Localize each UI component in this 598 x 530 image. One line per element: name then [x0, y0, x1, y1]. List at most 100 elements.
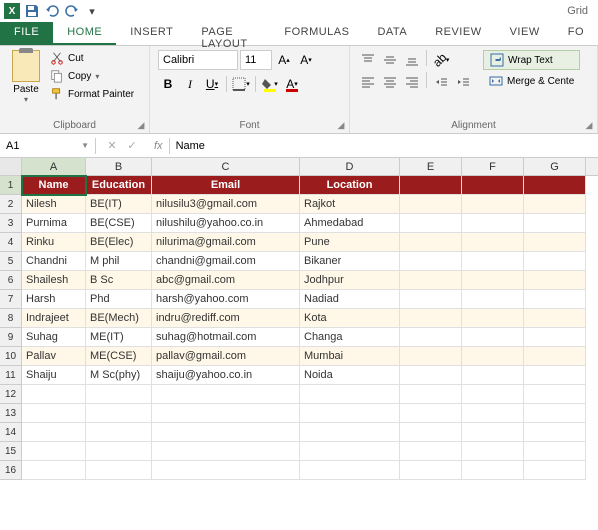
cell-a10[interactable]: Pallav	[22, 347, 86, 366]
namebox-dropdown-icon[interactable]: ▼	[81, 141, 89, 150]
cell-b14[interactable]	[86, 423, 152, 442]
cell-c15[interactable]	[152, 442, 300, 461]
cell-f14[interactable]	[462, 423, 524, 442]
cell-g14[interactable]	[524, 423, 586, 442]
cell-d11[interactable]: Noida	[300, 366, 400, 385]
cell-e12[interactable]	[400, 385, 462, 404]
cell-b15[interactable]	[86, 442, 152, 461]
cell-c11[interactable]: shaiju@yahoo.co.in	[152, 366, 300, 385]
worksheet-grid[interactable]: A B C D E F G 1NameEducationEmailLocatio…	[0, 158, 598, 480]
cell-a2[interactable]: Nilesh	[22, 195, 86, 214]
cell-e10[interactable]	[400, 347, 462, 366]
cell-a12[interactable]	[22, 385, 86, 404]
fill-color-button[interactable]: ▾	[260, 74, 280, 94]
cell-d10[interactable]: Mumbai	[300, 347, 400, 366]
cell-a11[interactable]: Shaiju	[22, 366, 86, 385]
wrap-text-button[interactable]: Wrap Text	[483, 50, 580, 70]
cell-f9[interactable]	[462, 328, 524, 347]
row-header[interactable]: 9	[0, 328, 22, 347]
align-bottom-button[interactable]	[402, 50, 422, 70]
col-header-g[interactable]: G	[524, 158, 586, 175]
row-header[interactable]: 3	[0, 214, 22, 233]
cell-f13[interactable]	[462, 404, 524, 423]
cell-g10[interactable]	[524, 347, 586, 366]
row-header[interactable]: 15	[0, 442, 22, 461]
cell-f7[interactable]	[462, 290, 524, 309]
cell-b5[interactable]: M phil	[86, 252, 152, 271]
cell-a14[interactable]	[22, 423, 86, 442]
row-header[interactable]: 12	[0, 385, 22, 404]
font-name-select[interactable]	[158, 50, 238, 70]
cell-d1[interactable]: Location	[300, 176, 400, 195]
cell-e2[interactable]	[400, 195, 462, 214]
cell-f11[interactable]	[462, 366, 524, 385]
cell-e4[interactable]	[400, 233, 462, 252]
cell-c10[interactable]: pallav@gmail.com	[152, 347, 300, 366]
cell-g3[interactable]	[524, 214, 586, 233]
alignment-dialog-launcher[interactable]: ◢	[583, 119, 595, 131]
cell-c16[interactable]	[152, 461, 300, 480]
cell-d15[interactable]	[300, 442, 400, 461]
cell-d6[interactable]: Jodhpur	[300, 271, 400, 290]
cell-d4[interactable]: Pune	[300, 233, 400, 252]
cell-f1[interactable]	[462, 176, 524, 195]
cell-d3[interactable]: Ahmedabad	[300, 214, 400, 233]
cell-g9[interactable]	[524, 328, 586, 347]
cell-d5[interactable]: Bikaner	[300, 252, 400, 271]
align-middle-button[interactable]	[380, 50, 400, 70]
decrease-indent-button[interactable]	[431, 72, 451, 92]
increase-indent-button[interactable]	[453, 72, 473, 92]
tab-formulas[interactable]: FORMULAS	[270, 22, 363, 45]
save-button[interactable]	[24, 3, 40, 19]
cell-b3[interactable]: BE(CSE)	[86, 214, 152, 233]
cell-c14[interactable]	[152, 423, 300, 442]
row-header[interactable]: 13	[0, 404, 22, 423]
cell-e11[interactable]	[400, 366, 462, 385]
cell-g5[interactable]	[524, 252, 586, 271]
cell-d9[interactable]: Changa	[300, 328, 400, 347]
row-header[interactable]: 10	[0, 347, 22, 366]
cell-g7[interactable]	[524, 290, 586, 309]
row-header[interactable]: 14	[0, 423, 22, 442]
redo-button[interactable]	[64, 3, 80, 19]
row-header[interactable]: 11	[0, 366, 22, 385]
cell-d16[interactable]	[300, 461, 400, 480]
row-header[interactable]: 4	[0, 233, 22, 252]
cell-a8[interactable]: Indrajeet	[22, 309, 86, 328]
orientation-button[interactable]: ab▾	[431, 50, 451, 70]
cell-a6[interactable]: Shailesh	[22, 271, 86, 290]
cell-e5[interactable]	[400, 252, 462, 271]
qat-customize-button[interactable]: ▾	[84, 3, 100, 19]
copy-button[interactable]: Copy ▾	[48, 68, 136, 84]
cell-c5[interactable]: chandni@gmail.com	[152, 252, 300, 271]
cell-c1[interactable]: Email	[152, 176, 300, 195]
cell-f16[interactable]	[462, 461, 524, 480]
cell-a7[interactable]: Harsh	[22, 290, 86, 309]
cell-g6[interactable]	[524, 271, 586, 290]
cell-g1[interactable]	[524, 176, 586, 195]
cell-e9[interactable]	[400, 328, 462, 347]
cell-d7[interactable]: Nadiad	[300, 290, 400, 309]
cell-f8[interactable]	[462, 309, 524, 328]
cell-f6[interactable]	[462, 271, 524, 290]
align-top-button[interactable]	[358, 50, 378, 70]
cell-d8[interactable]: Kota	[300, 309, 400, 328]
cell-b16[interactable]	[86, 461, 152, 480]
cell-d12[interactable]	[300, 385, 400, 404]
row-header[interactable]: 6	[0, 271, 22, 290]
cell-c12[interactable]	[152, 385, 300, 404]
cell-g12[interactable]	[524, 385, 586, 404]
cell-b13[interactable]	[86, 404, 152, 423]
cell-a3[interactable]: Purnima	[22, 214, 86, 233]
row-header[interactable]: 7	[0, 290, 22, 309]
cell-f5[interactable]	[462, 252, 524, 271]
tab-file[interactable]: FILE	[0, 22, 53, 45]
align-center-button[interactable]	[380, 72, 400, 92]
cell-b10[interactable]: ME(CSE)	[86, 347, 152, 366]
row-header[interactable]: 5	[0, 252, 22, 271]
cell-b11[interactable]: M Sc(phy)	[86, 366, 152, 385]
cell-b6[interactable]: B Sc	[86, 271, 152, 290]
cell-g11[interactable]	[524, 366, 586, 385]
cell-b8[interactable]: BE(Mech)	[86, 309, 152, 328]
paste-button[interactable]: Paste ▾	[8, 50, 44, 104]
